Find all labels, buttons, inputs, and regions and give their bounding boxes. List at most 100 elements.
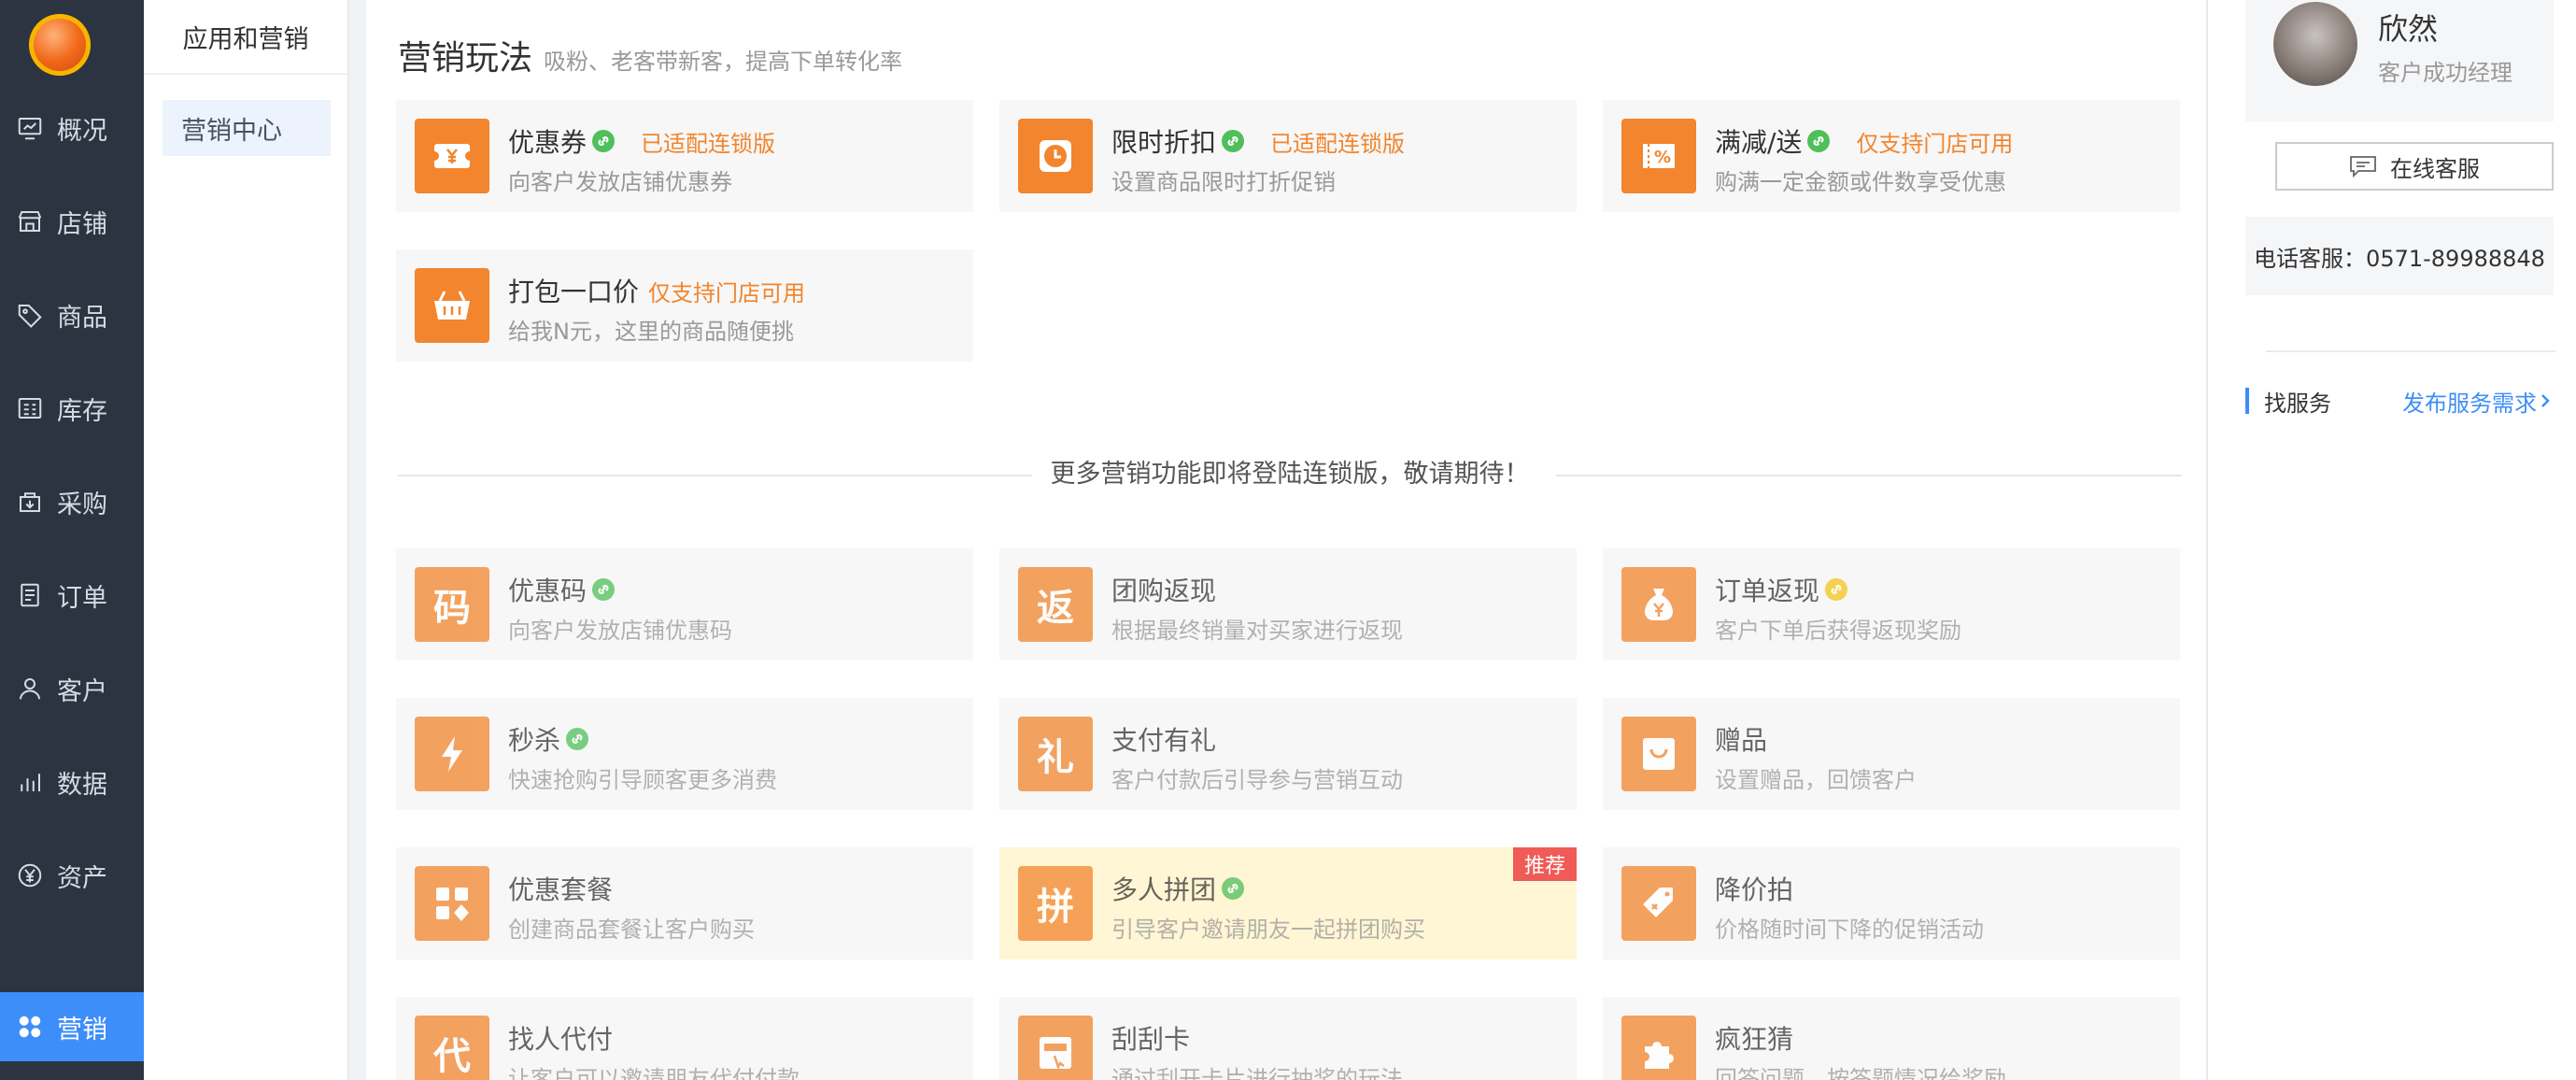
card-bundle-price[interactable]: 打包一口价 仅支持门店可用 给我N元，这里的商品随便挑 (396, 249, 973, 362)
card-payment-gift[interactable]: 礼 支付有礼 客户付款后引导参与营销互动 (999, 698, 1577, 810)
card-tag: 已适配连锁版 (641, 130, 776, 157)
card-title-text: 限时折扣 (1111, 127, 1217, 158)
card-desc: 价格随时间下降的促销活动 (1715, 917, 1984, 943)
link-icon (566, 728, 589, 750)
secondary-nav: 应用和营销 营销中心 (144, 0, 349, 1080)
card-desc: 设置赠品，回馈客户 (1715, 767, 1917, 793)
nav-item-overview[interactable]: 概况 (0, 93, 144, 163)
main-content: 营销玩法 吸粉、老客带新客，提高下单转化率 优惠券 已适配连锁版 向客户发放店铺优… (366, 0, 2206, 1080)
card-crazy-guess[interactable]: 疯狂猜 回答问题，按答题情况给奖励 (1603, 997, 2180, 1080)
chat-icon (2350, 156, 2376, 178)
card-group-buy[interactable]: 拼 多人拼团 引导客户邀请朋友一起拼团购买 推荐 (999, 847, 1577, 959)
online-service-button[interactable]: 在线客服 (2275, 142, 2554, 191)
yen-icon (16, 861, 44, 889)
card-title-text: 支付有礼 (1111, 725, 1217, 756)
svg-text:%: % (1654, 148, 1671, 167)
card-price-drop-auction[interactable]: 降价拍 价格随时间下降的促销活动 (1603, 847, 2180, 959)
card-title: 多人拼团 (1111, 870, 1245, 907)
card-title-text: 满减/送 (1715, 127, 1803, 158)
card-title-text: 多人拼团 (1111, 874, 1217, 905)
coming-soon-divider: 更多营销功能即将登陆连锁版，敬请期待！ (398, 458, 2182, 491)
card-desc: 快速抢购引导顾客更多消费 (508, 767, 777, 793)
inventory-icon (16, 394, 44, 422)
nav-item-data[interactable]: 数据 (0, 747, 144, 817)
blocks-icon (415, 866, 489, 941)
card-desc: 根据最终销量对买家进行返现 (1111, 618, 1403, 644)
clock-icon (1018, 119, 1093, 193)
card-title: 降价拍 (1715, 870, 1793, 907)
link-icon (592, 130, 616, 152)
card-flash-sale[interactable]: 秒杀 快速抢购引导顾客更多消费 (396, 698, 973, 810)
nav-item-marketing[interactable]: 营销 (0, 992, 144, 1061)
card-group-cashback[interactable]: 返 团购返现 根据最终销量对买家进行返现 (999, 548, 1577, 661)
card-order-cashback[interactable]: 订单返现 客户下单后获得返现奖励 (1603, 548, 2180, 661)
publish-service-link[interactable]: 发布服务需求 (2402, 385, 2554, 418)
card-package-deal[interactable]: 优惠套餐 创建商品套餐让客户购买 (396, 847, 973, 959)
nav-item-label: 客户 (57, 676, 107, 706)
card-title: 找人代付 (508, 1019, 613, 1057)
nav-item-purchase[interactable]: 采购 (0, 467, 144, 536)
grid-icon (16, 1013, 44, 1041)
chart-icon (16, 768, 44, 796)
nav-item-inventory[interactable]: 库存 (0, 374, 144, 443)
card-title: 支付有礼 (1111, 720, 1216, 758)
secondary-nav-title: 应用和营销 (144, 0, 347, 75)
avatar (2273, 2, 2357, 86)
link-icon (592, 578, 616, 601)
store-logo[interactable] (29, 14, 91, 76)
card-proxy-pay[interactable]: 代 找人代付 让客户可以邀请朋友代付付款 (396, 997, 973, 1080)
nav-item-customers[interactable]: 客户 (0, 654, 144, 723)
menu-item-marketing-center[interactable]: 营销中心 (163, 100, 331, 156)
card-coupon[interactable]: 优惠券 已适配连锁版 向客户发放店铺优惠券 (396, 100, 973, 212)
link-icon (1825, 578, 1848, 601)
nav-item-label: 库存 (57, 396, 107, 426)
store-icon (16, 207, 44, 235)
card-gift[interactable]: 赠品 设置赠品，回馈客户 (1603, 698, 2180, 810)
nav-item-store[interactable]: 店铺 (0, 187, 144, 256)
card-title: 秒杀 (508, 720, 589, 758)
card-promo-code[interactable]: 码 优惠码 向客户发放店铺优惠码 (396, 548, 973, 661)
card-title: 优惠券 已适配连锁版 (508, 122, 775, 160)
link-icon (1222, 877, 1245, 900)
tag-icon (16, 301, 44, 329)
card-time-discount[interactable]: 限时折扣 已适配连锁版 设置商品限时打折促销 (999, 100, 1577, 212)
nav-item-assets[interactable]: 资产 (0, 841, 144, 910)
group-glyph-icon: 拼 (1018, 866, 1093, 941)
card-title-text: 找人代付 (508, 1024, 614, 1055)
scratch-icon (1018, 1016, 1093, 1080)
card-desc: 创建商品套餐让客户购买 (508, 917, 755, 943)
card-desc: 通过刮开卡片进行抽奖的玩法 (1111, 1066, 1403, 1080)
card-desc: 向客户发放店铺优惠码 (508, 618, 732, 644)
cashback-glyph-icon: 返 (1018, 567, 1093, 642)
card-title: 疯狂猜 (1715, 1019, 1793, 1057)
customer-icon (16, 675, 44, 703)
card-desc: 给我N元，这里的商品随便挑 (508, 319, 794, 345)
manager-name: 欣然 (2378, 11, 2439, 47)
nav-item-label: 采购 (57, 490, 107, 519)
chevron-right-icon (2541, 394, 2550, 407)
gift-glyph-icon: 礼 (1018, 717, 1093, 791)
nav-item-label: 商品 (57, 303, 107, 333)
nav-item-label: 营销 (57, 1015, 107, 1044)
order-icon (16, 581, 44, 609)
card-title-text: 降价拍 (1715, 874, 1794, 905)
card-title-text: 打包一口价 (508, 277, 640, 307)
card-desc: 引导客户邀请朋友一起拼团购买 (1111, 917, 1425, 943)
card-desc: 回答问题，按答题情况给奖励 (1715, 1066, 2006, 1080)
card-title-text: 刮刮卡 (1111, 1024, 1191, 1055)
card-desc: 客户下单后获得返现奖励 (1715, 618, 1961, 644)
card-desc: 客户付款后引导参与营销互动 (1111, 767, 1403, 793)
card-desc: 设置商品限时打折促销 (1111, 169, 1336, 195)
panel-divider (2266, 350, 2555, 352)
nav-item-label: 店铺 (57, 209, 107, 239)
card-title-text: 订单返现 (1715, 576, 1820, 606)
section-title-text: 营销玩法 (398, 39, 533, 78)
card-scratch-card[interactable]: 刮刮卡 通过刮开卡片进行抽奖的玩法 (999, 997, 1577, 1080)
nav-item-label: 订单 (57, 583, 107, 613)
card-title: 刮刮卡 (1111, 1019, 1190, 1057)
card-full-reduction[interactable]: % 满减/送 仅支持门店可用 购满一定金额或件数享受优惠 (1603, 100, 2180, 212)
nav-item-goods[interactable]: 商品 (0, 280, 144, 349)
card-title-text: 优惠码 (508, 576, 587, 606)
card-title: 优惠码 (508, 571, 616, 608)
nav-item-orders[interactable]: 订单 (0, 561, 144, 630)
